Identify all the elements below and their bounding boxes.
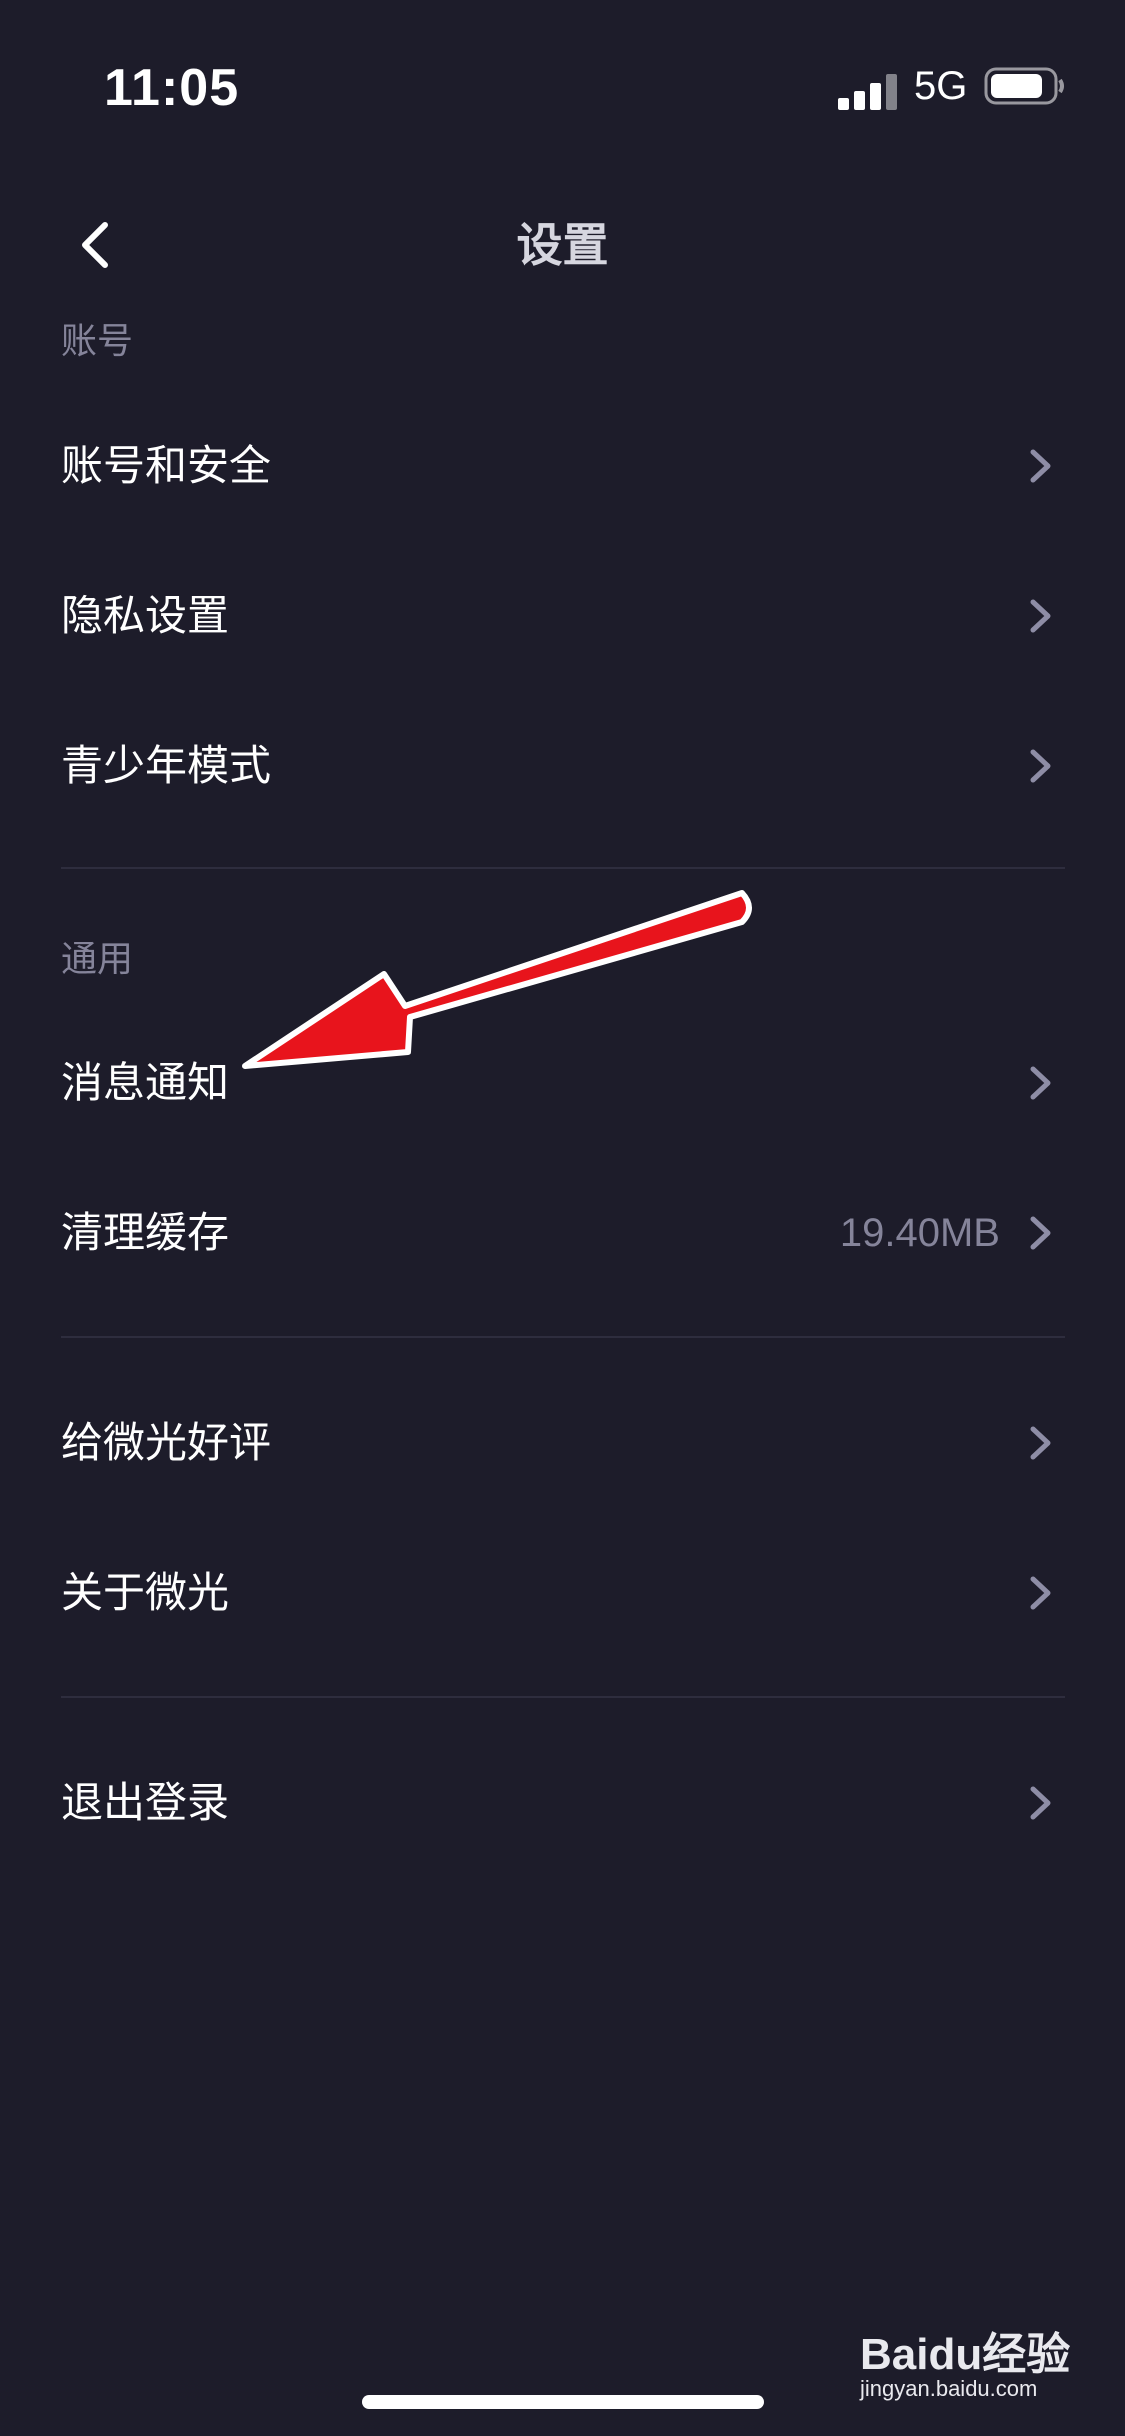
- row-label: 清理缓存: [61, 1208, 230, 1257]
- signal-strength-icon: [838, 70, 898, 110]
- network-type: 5G: [914, 64, 968, 108]
- row-account-security[interactable]: 账号和安全: [0, 391, 1125, 541]
- page-title: 设置: [516, 218, 609, 272]
- battery-icon: [984, 67, 1064, 105]
- row-label: 给微光好评: [61, 1418, 272, 1467]
- chevron-right-icon: [1030, 449, 1051, 483]
- status-bar: 11:05 5G: [0, 0, 1125, 180]
- back-button[interactable]: [40, 180, 150, 310]
- chevron-right-icon: [1030, 1786, 1051, 1820]
- cache-size-value: 19.40MB: [839, 1211, 1000, 1255]
- chevron-right-icon: [1030, 1066, 1051, 1100]
- row-clear-cache[interactable]: 清理缓存 19.40MB: [0, 1158, 1125, 1308]
- watermark-url: jingyan.baidu.com: [860, 2376, 1038, 2401]
- section-divider: [61, 1336, 1065, 1338]
- baidu-jingyan-watermark: Baidu经验 jingyan.baidu.com: [860, 2318, 1100, 2408]
- chevron-right-icon: [1030, 1216, 1051, 1250]
- row-teen-mode[interactable]: 青少年模式: [0, 691, 1125, 841]
- row-label: 退出登录: [61, 1778, 230, 1827]
- section-divider: [61, 1696, 1065, 1698]
- row-label: 账号和安全: [61, 441, 272, 490]
- chevron-right-icon: [1030, 749, 1051, 783]
- chevron-right-icon: [1030, 1426, 1051, 1460]
- home-indicator: [362, 2395, 764, 2409]
- watermark-logo: Baidu经验: [860, 2330, 1071, 2379]
- row-label: 关于微光: [61, 1568, 230, 1617]
- status-time: 11:05: [104, 59, 240, 117]
- row-label: 隐私设置: [61, 591, 230, 640]
- row-privacy-settings[interactable]: 隐私设置: [0, 541, 1125, 691]
- row-message-notifications[interactable]: 消息通知: [0, 1008, 1125, 1158]
- section-header-account: 账号: [61, 321, 134, 362]
- row-logout[interactable]: 退出登录: [0, 1728, 1125, 1878]
- navigation-bar: 设置: [0, 180, 1125, 330]
- row-label: 消息通知: [61, 1058, 230, 1107]
- section-header-general: 通用: [61, 939, 134, 980]
- chevron-left-icon: [82, 222, 108, 268]
- chevron-right-icon: [1030, 599, 1051, 633]
- row-rate-app[interactable]: 给微光好评: [0, 1368, 1125, 1518]
- row-about-app[interactable]: 关于微光: [0, 1518, 1125, 1668]
- section-divider: [61, 867, 1065, 869]
- chevron-right-icon: [1030, 1576, 1051, 1610]
- row-label: 青少年模式: [61, 741, 272, 790]
